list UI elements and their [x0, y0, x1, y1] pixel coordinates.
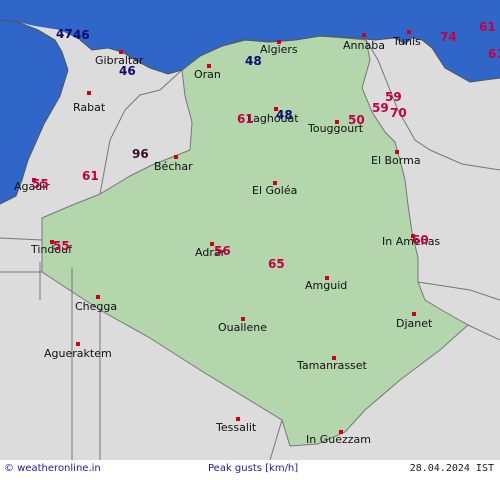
city-label-oran: Oran: [194, 68, 221, 81]
gust-value: 59: [372, 101, 389, 115]
city-label-tessalit: Tessalit: [216, 421, 257, 434]
city-label-in-guezzam: In Guezzam: [306, 433, 371, 446]
city-marker-annaba: [362, 33, 366, 37]
city-label-amguid: Amguid: [305, 279, 348, 292]
gust-value: 61: [237, 112, 254, 126]
city-label-tamanrasset: Tamanrasset: [297, 359, 367, 372]
gust-value: 46: [119, 64, 136, 78]
map-date: 28.04.2024 IST: [409, 463, 494, 474]
city-marker-tunis: [407, 30, 411, 34]
map-canvas: [0, 0, 500, 460]
city-label-djanet: Djanet: [396, 317, 433, 330]
gust-value: 55: [32, 177, 49, 191]
weather-map[interactable]: Gibraltar Rabat Oran Algiers Annaba Tuni…: [0, 0, 500, 480]
city-label-tunis: Tunis: [393, 35, 421, 48]
gust-value: 48: [245, 54, 262, 68]
gust-value: 46: [73, 28, 90, 42]
city-label-bechar: Béchar: [154, 160, 193, 173]
gust-value: 70: [390, 106, 407, 120]
city-label-el-borma: El Borma: [371, 154, 421, 167]
city-marker-bechar: [174, 155, 178, 159]
city-label-agueraktem: Agueraktem: [44, 347, 112, 360]
city-marker-rabat: [87, 91, 91, 95]
gust-value: 47: [56, 27, 73, 41]
gust-value: 65: [268, 257, 285, 271]
city-marker-agueraktem: [76, 342, 80, 346]
gust-value: 96: [132, 147, 149, 161]
city-label-annaba: Annaba: [343, 39, 385, 52]
city-label-algiers: Algiers: [260, 43, 298, 56]
gust-value: 61: [82, 169, 99, 183]
gust-value: 61: [488, 47, 500, 61]
gust-value: 74: [440, 30, 457, 44]
city-label-rabat: Rabat: [73, 101, 106, 114]
city-marker-djanet: [412, 312, 416, 316]
city-marker-chegga: [96, 295, 100, 299]
gust-value: 56: [214, 244, 231, 258]
map-title: Peak gusts [km/h]: [208, 463, 299, 474]
city-label-ouallene: Ouallene: [218, 321, 267, 334]
city-label-chegga: Chegga: [75, 300, 118, 313]
city-label-el-golea: El Goléa: [252, 184, 298, 197]
gust-value: 50: [348, 113, 365, 127]
map-footer: © weatheronline.in Peak gusts [km/h] 28.…: [0, 460, 500, 480]
gust-value: 48: [276, 108, 293, 122]
gust-value: 55: [53, 239, 70, 253]
credit-link[interactable]: © weatheronline.in: [4, 464, 101, 474]
gust-value: 60: [412, 233, 429, 247]
gust-value: 61: [479, 20, 496, 34]
